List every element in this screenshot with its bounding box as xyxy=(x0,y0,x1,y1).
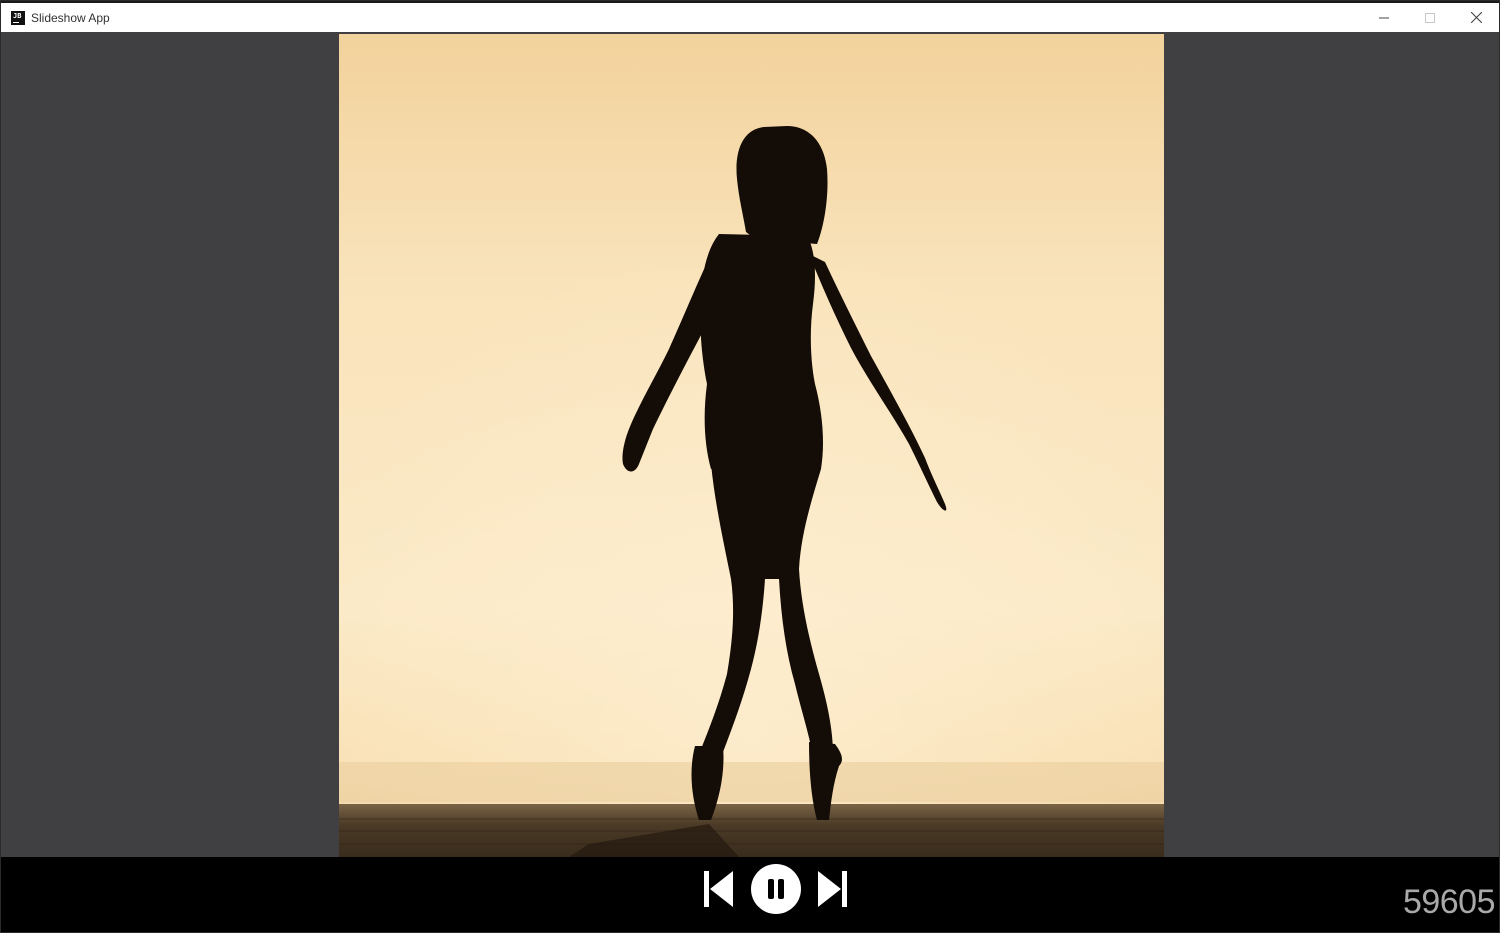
dancer-silhouette-photo xyxy=(339,34,1164,857)
minimize-icon xyxy=(1379,17,1389,18)
maximize-icon xyxy=(1425,12,1435,23)
slide-image xyxy=(339,34,1164,857)
app-window: JB Slideshow App 59605 xyxy=(0,0,1500,933)
previous-button[interactable] xyxy=(701,869,735,909)
minimize-button[interactable] xyxy=(1361,3,1407,32)
next-button[interactable] xyxy=(816,869,850,909)
close-button[interactable] xyxy=(1453,3,1499,32)
title-bar[interactable]: JB Slideshow App xyxy=(1,1,1499,32)
window-controls xyxy=(1361,3,1499,32)
player-controls-bar: 59605 xyxy=(1,857,1499,932)
slide-counter: 59605 xyxy=(1402,883,1496,921)
window-title: Slideshow App xyxy=(31,10,110,25)
app-logo-text: JB xyxy=(13,11,22,20)
slideshow-stage xyxy=(1,32,1499,857)
skip-next-icon xyxy=(818,871,847,907)
play-pause-button[interactable] xyxy=(750,863,802,915)
maximize-button[interactable] xyxy=(1407,3,1453,32)
close-icon xyxy=(1470,12,1482,23)
pause-icon xyxy=(751,864,801,914)
skip-previous-icon xyxy=(704,871,733,907)
app-logo-icon: JB xyxy=(11,10,25,25)
